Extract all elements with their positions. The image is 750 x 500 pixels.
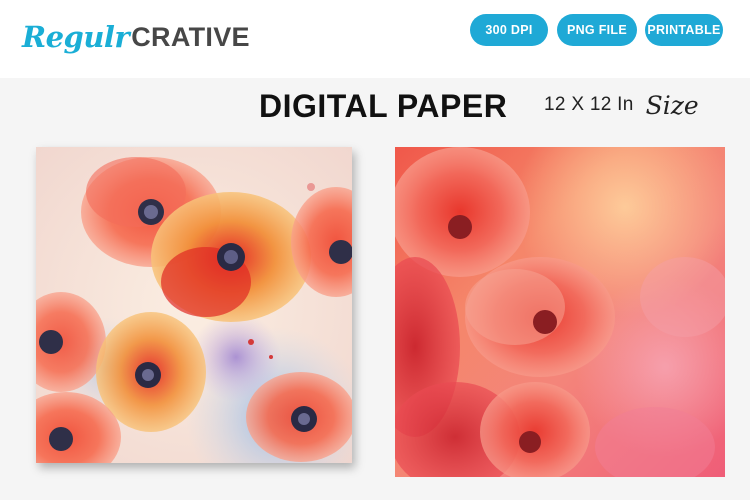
logo-script-text: Regulr [22, 20, 130, 54]
poppy-pattern-light-image [36, 147, 352, 463]
brand-logo[interactable]: Regulr CRATIVE [22, 12, 250, 62]
badge-png-file: PNG FILE [557, 14, 637, 46]
size-label: 12 X 12 In Size [544, 88, 699, 122]
size-script-text: Size [645, 90, 699, 120]
badge-printable: PRINTABLE [645, 14, 723, 46]
size-text: 12 X 12 In [544, 94, 634, 115]
badge-300-dpi: 300 DPI [470, 14, 548, 46]
paper-preview-light[interactable] [36, 147, 352, 463]
logo-block-text: CRATIVE [131, 21, 250, 52]
poppy-pattern-red-image [395, 147, 725, 477]
paper-preview-red[interactable] [395, 147, 725, 477]
page-title: DIGITAL PAPER [259, 87, 508, 124]
header-bar: Regulr CRATIVE 300 DPI PNG FILE PRINTABL… [0, 0, 750, 78]
